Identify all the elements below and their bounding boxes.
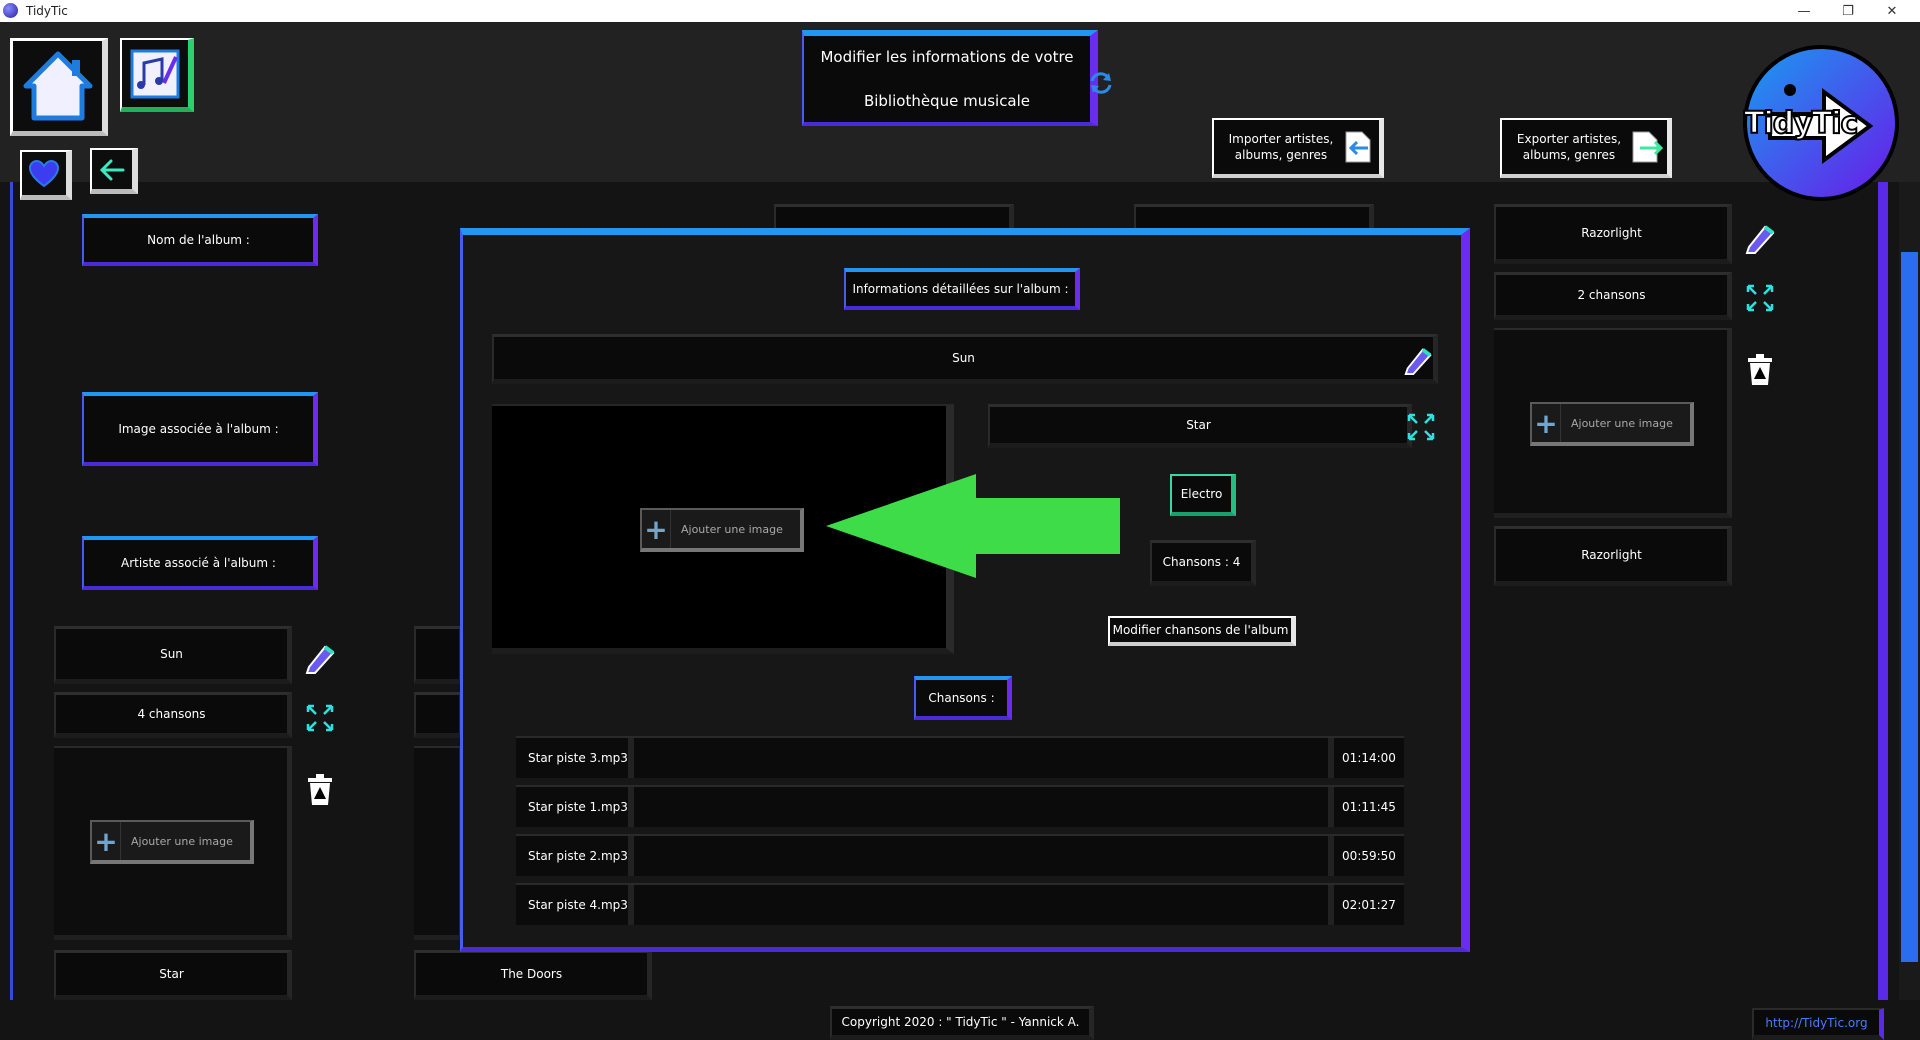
modal-songs-heading: Chansons : xyxy=(914,676,1012,720)
pencil-icon xyxy=(305,645,335,674)
modal-expand-button[interactable] xyxy=(1404,410,1438,444)
modal-artist: Star xyxy=(988,404,1412,448)
favorites-button[interactable] xyxy=(20,150,72,200)
trash-icon xyxy=(308,774,332,805)
content-border-right xyxy=(1878,182,1888,1000)
add-image-button[interactable]: + Ajouter une image xyxy=(90,820,254,864)
album-image-label: Image associée à l'album : xyxy=(82,392,318,466)
song-name: Star piste 4.mp3 xyxy=(516,885,634,925)
song-name: Star piste 2.mp3 xyxy=(516,836,634,876)
plus-icon: + xyxy=(1532,404,1561,442)
album-card2-count xyxy=(414,692,464,738)
expand-icon xyxy=(1746,284,1774,312)
window-title: TidyTic xyxy=(26,4,68,18)
trash-icon xyxy=(1748,354,1772,385)
add-image-right-button[interactable]: + Ajouter une image xyxy=(1530,402,1694,446)
edit-album-right-button[interactable] xyxy=(1742,220,1778,256)
pencil-icon xyxy=(1745,225,1775,254)
green-arrow-annotation xyxy=(826,474,1120,578)
plus-icon: + xyxy=(642,510,671,548)
export-icon xyxy=(1632,131,1664,163)
song-row[interactable]: Star piste 1.mp3 01:11:45 xyxy=(516,785,1404,827)
home-icon xyxy=(23,51,92,121)
copyright-text: Copyright 2020 : " TidyTic " - Yannick A… xyxy=(830,1006,1094,1040)
refresh-button[interactable] xyxy=(1086,68,1116,98)
logo-text: TidyTic xyxy=(1743,105,1859,142)
delete-album-right-button[interactable] xyxy=(1742,352,1778,388)
album-card2-name xyxy=(414,626,464,684)
page-title-line2: Bibliothèque musicale xyxy=(863,92,1031,110)
window-title-bar: TidyTic — ❐ ✕ xyxy=(0,0,1920,22)
music-note-icon xyxy=(130,49,180,98)
album-card2-artist: The Doors xyxy=(414,950,652,1000)
song-duration: 01:14:00 xyxy=(1328,738,1404,778)
page-title: Modifier les informations de votre Bibli… xyxy=(802,30,1098,126)
plus-icon: + xyxy=(92,822,121,860)
export-button[interactable]: Exporter artistes, albums, genres xyxy=(1500,118,1672,178)
album-card-right-artist: Razorlight xyxy=(1494,526,1732,586)
album-card-count: 4 chansons xyxy=(54,692,292,738)
heart-icon xyxy=(29,159,59,187)
expand-album-button[interactable] xyxy=(302,700,338,736)
edit-songs-button[interactable]: Modifier chansons de l'album xyxy=(1108,616,1296,646)
modal-genre-badge: Electro xyxy=(1170,474,1236,516)
song-name: Star piste 1.mp3 xyxy=(516,787,634,827)
scrollbar-thumb[interactable] xyxy=(1901,252,1918,962)
minimize-icon[interactable]: — xyxy=(1782,0,1826,22)
scrollbar-track[interactable] xyxy=(1899,182,1920,1000)
import-label: Importer artistes, albums, genres xyxy=(1228,132,1334,162)
import-button[interactable]: Importer artistes, albums, genres xyxy=(1212,118,1384,178)
restore-icon[interactable]: ❐ xyxy=(1826,0,1870,22)
app-icon xyxy=(3,3,18,18)
album-name-label: Nom de l'album : xyxy=(82,214,318,266)
modal-add-image-button[interactable]: + Ajouter une image xyxy=(640,508,804,552)
export-label: Exporter artistes, albums, genres xyxy=(1516,132,1622,162)
album-card-name: Sun xyxy=(54,626,292,684)
close-icon[interactable]: ✕ xyxy=(1870,0,1914,22)
album-card-right-count: 2 chansons xyxy=(1494,272,1732,320)
song-duration: 01:11:45 xyxy=(1328,787,1404,827)
album-card-right-name: Razorlight xyxy=(1494,204,1732,264)
song-duration: 02:01:27 xyxy=(1328,885,1404,925)
song-row[interactable]: Star piste 4.mp3 02:01:27 xyxy=(516,883,1404,925)
song-row[interactable]: Star piste 3.mp3 01:14:00 xyxy=(516,736,1404,778)
modal-heading: Informations détaillées sur l'album : xyxy=(844,268,1080,310)
tidytic-logo: TidyTic xyxy=(1740,42,1902,204)
delete-album-button[interactable] xyxy=(302,772,338,808)
content-border-left xyxy=(10,182,13,1000)
song-duration: 00:59:50 xyxy=(1328,836,1404,876)
refresh-icon xyxy=(1090,72,1112,94)
back-button[interactable] xyxy=(90,148,138,194)
album-card-artist: Star xyxy=(54,950,292,1000)
album-artist-label: Artiste associé à l'album : xyxy=(82,536,318,590)
pencil-icon xyxy=(1404,348,1432,376)
website-link[interactable]: http://TidyTic.org xyxy=(1752,1008,1884,1040)
music-library-button[interactable] xyxy=(120,38,194,112)
album-card2-image-panel xyxy=(414,746,464,940)
arrow-left-icon xyxy=(99,159,125,180)
modal-album-name: Sun xyxy=(492,334,1438,384)
page-title-line1: Modifier les informations de votre xyxy=(820,48,1074,66)
modal-songs-count: Chansons : 4 xyxy=(1150,540,1256,586)
expand-icon xyxy=(1407,413,1435,441)
import-icon xyxy=(1345,131,1371,163)
song-name: Star piste 3.mp3 xyxy=(516,738,634,778)
song-row[interactable]: Star piste 2.mp3 00:59:50 xyxy=(516,834,1404,876)
modal-edit-button[interactable] xyxy=(1400,342,1436,378)
home-button[interactable] xyxy=(10,38,108,136)
edit-album-button[interactable] xyxy=(302,640,338,676)
expand-icon xyxy=(306,704,334,732)
expand-album-right-button[interactable] xyxy=(1742,280,1778,316)
